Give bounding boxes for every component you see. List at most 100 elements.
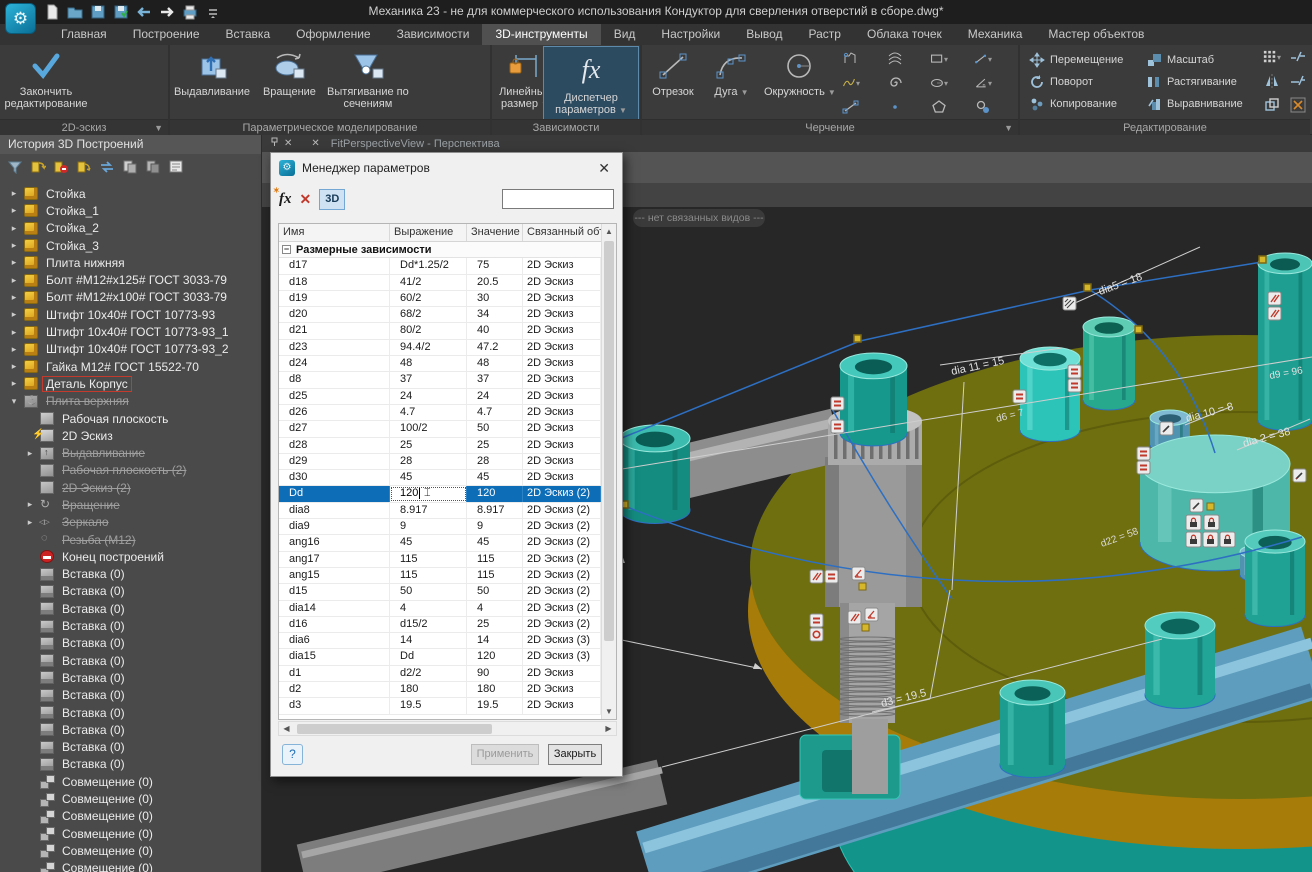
scroll-down-icon[interactable]: ▼ — [602, 704, 616, 719]
tree-item[interactable]: Резьба (М12) — [0, 531, 261, 548]
spiral-icon[interactable] — [886, 75, 904, 91]
cell-expression[interactable]: 45 — [390, 470, 467, 485]
tree-item[interactable]: Совмещение (0) — [0, 825, 261, 842]
ribbon-tab[interactable]: Растр — [796, 24, 854, 45]
rectangle-tool-icon[interactable]: ▾ — [930, 51, 948, 67]
tree-item[interactable]: ▸ Зеркало — [0, 514, 261, 531]
tree-item[interactable]: ▸ Вращение — [0, 496, 261, 513]
vertical-scrollbar[interactable]: ▲ ▼ — [601, 224, 616, 719]
tree-item[interactable]: Совмещение (0) — [0, 808, 261, 825]
cell-value[interactable]: 30 — [467, 291, 523, 306]
table-row[interactable]: d21 80/2 40 2D Эскиз — [279, 323, 601, 339]
scroll-right-icon[interactable]: ▶ — [601, 722, 616, 736]
extrude-button[interactable]: Выдавливание — [170, 45, 254, 119]
expander-icon[interactable]: ▸ — [8, 240, 20, 251]
filter-icon[interactable] — [6, 159, 23, 176]
cell-value[interactable]: 120 — [467, 649, 523, 664]
tree-item[interactable]: Вставка (0) — [0, 669, 261, 686]
cell-expression[interactable]: 68/2 — [390, 307, 467, 322]
cell-value[interactable]: 45 — [467, 535, 523, 550]
expander-icon[interactable]: ▸ — [8, 292, 20, 303]
array-icon[interactable]: ▾ — [1263, 49, 1281, 65]
cell-name[interactable]: d21 — [279, 323, 390, 338]
parameter-search-input[interactable] — [502, 189, 614, 209]
polygon-tool-icon[interactable] — [930, 99, 948, 115]
collapse-group-icon[interactable]: − — [282, 245, 291, 254]
cell-object[interactable]: 2D Эскиз (3) — [523, 649, 601, 664]
delete-parameter-icon[interactable]: ✕ — [300, 191, 312, 208]
cell-name[interactable]: dia6 — [279, 633, 390, 648]
tree-item[interactable]: Рабочая плоскость — [0, 410, 261, 427]
align-button[interactable]: Выравнивание — [1145, 93, 1243, 115]
tree-item[interactable]: ▸ Плита нижняя — [0, 254, 261, 271]
tree-item[interactable]: 2D Эскиз — [0, 427, 261, 444]
cell-object[interactable]: 2D Эскиз — [523, 421, 601, 436]
tree-item[interactable]: Вставка (0) — [0, 756, 261, 773]
cell-value[interactable]: 115 — [467, 568, 523, 583]
cell-value[interactable]: 4.7 — [467, 405, 523, 420]
tree-item[interactable]: Вставка (0) — [0, 721, 261, 738]
cell-value[interactable]: 75 — [467, 258, 523, 273]
cell-object[interactable]: 2D Эскиз — [523, 356, 601, 371]
tree-item[interactable]: Вставка (0) — [0, 600, 261, 617]
table-row[interactable]: dia14 4 4 2D Эскиз (2) — [279, 601, 601, 617]
cell-expression[interactable]: 80/2 — [390, 323, 467, 338]
cell-value[interactable]: 48 — [467, 356, 523, 371]
properties-form-icon[interactable] — [167, 159, 184, 176]
cell-object[interactable]: 2D Эскиз (2) — [523, 568, 601, 583]
ribbon-tab[interactable]: Оформление — [283, 24, 383, 45]
segment-2pt-icon[interactable] — [842, 99, 860, 115]
dim-line-icon[interactable]: ▾ — [974, 51, 992, 67]
tree-item[interactable]: ▸ Болт #М12#x125# ГОСТ 3033-79 — [0, 271, 261, 288]
cell-value[interactable]: 25 — [467, 617, 523, 632]
arc-button[interactable]: Дуга ▼ — [708, 45, 754, 119]
cell-name[interactable]: ang15 — [279, 568, 390, 583]
tree-item[interactable]: ▸ Деталь Корпус — [0, 375, 261, 392]
cell-expression[interactable]: 100/2 — [390, 421, 467, 436]
table-row[interactable]: d8 37 37 2D Эскиз — [279, 372, 601, 388]
ribbon-tab[interactable]: Настройки — [648, 24, 733, 45]
tree-item[interactable]: ▸ Штифт 10x40# ГОСТ 10773-93_1 — [0, 323, 261, 340]
cell-expression[interactable]: 19.5 — [390, 698, 467, 713]
segment-button[interactable]: Отрезок — [642, 45, 704, 119]
cell-name[interactable]: d23 — [279, 340, 390, 355]
table-row[interactable]: d2 180 180 2D Эскиз — [279, 682, 601, 698]
cell-object[interactable]: 2D Эскиз — [523, 666, 601, 681]
cell-value[interactable]: 28 — [467, 454, 523, 469]
cell-expression[interactable]: 48 — [390, 356, 467, 371]
break-icon[interactable] — [1289, 49, 1307, 65]
cell-expression[interactable]: 115 — [390, 552, 467, 567]
cell-object[interactable]: 2D Эскиз (2) — [523, 519, 601, 534]
tree-item[interactable]: Совмещение (0) — [0, 842, 261, 859]
tree-item[interactable]: Конец построений — [0, 548, 261, 565]
table-row[interactable]: dia8 8.917 8.917 2D Эскиз (2) — [279, 503, 601, 519]
tree-item[interactable]: ▸ Болт #М12#x100# ГОСТ 3033-79 — [0, 289, 261, 306]
table-row[interactable]: ang17 115 115 2D Эскиз (2) — [279, 552, 601, 568]
expander-icon[interactable]: ▾ — [8, 396, 20, 407]
tree-item[interactable]: Вставка (0) — [0, 635, 261, 652]
cell-name[interactable]: d24 — [279, 356, 390, 371]
cell-name[interactable]: d3 — [279, 698, 390, 713]
cell-object[interactable]: 2D Эскиз — [523, 340, 601, 355]
cell-name[interactable]: d1 — [279, 666, 390, 681]
close-button[interactable]: Закрыть — [548, 744, 602, 765]
ribbon-tab[interactable]: Главная — [48, 24, 120, 45]
tree-item[interactable]: ▸ Выдавливание — [0, 444, 261, 461]
tree-item[interactable]: Совмещение (0) — [0, 773, 261, 790]
cell-value[interactable]: 8.917 — [467, 503, 523, 518]
tree-item[interactable]: ▾ Плита верхняя — [0, 393, 261, 410]
cell-expression[interactable]: 37 — [390, 372, 467, 387]
ribbon-tab[interactable]: Построение — [120, 24, 213, 45]
pin-icon[interactable] — [270, 137, 279, 150]
cell-name[interactable]: d25 — [279, 389, 390, 404]
cell-name[interactable]: ang17 — [279, 552, 390, 567]
close-icon[interactable]: ✕ — [594, 160, 614, 177]
cell-name[interactable]: ang16 — [279, 535, 390, 550]
cell-object[interactable]: 2D Эскиз (2) — [523, 503, 601, 518]
mirror-icon[interactable] — [1263, 73, 1281, 89]
table-row[interactable]: ang16 45 45 2D Эскиз (2) — [279, 535, 601, 551]
cell-name[interactable]: dia9 — [279, 519, 390, 534]
new-file-icon[interactable] — [44, 4, 60, 20]
cell-object[interactable]: 2D Эскиз — [523, 682, 601, 697]
cell-name[interactable]: d17 — [279, 258, 390, 273]
